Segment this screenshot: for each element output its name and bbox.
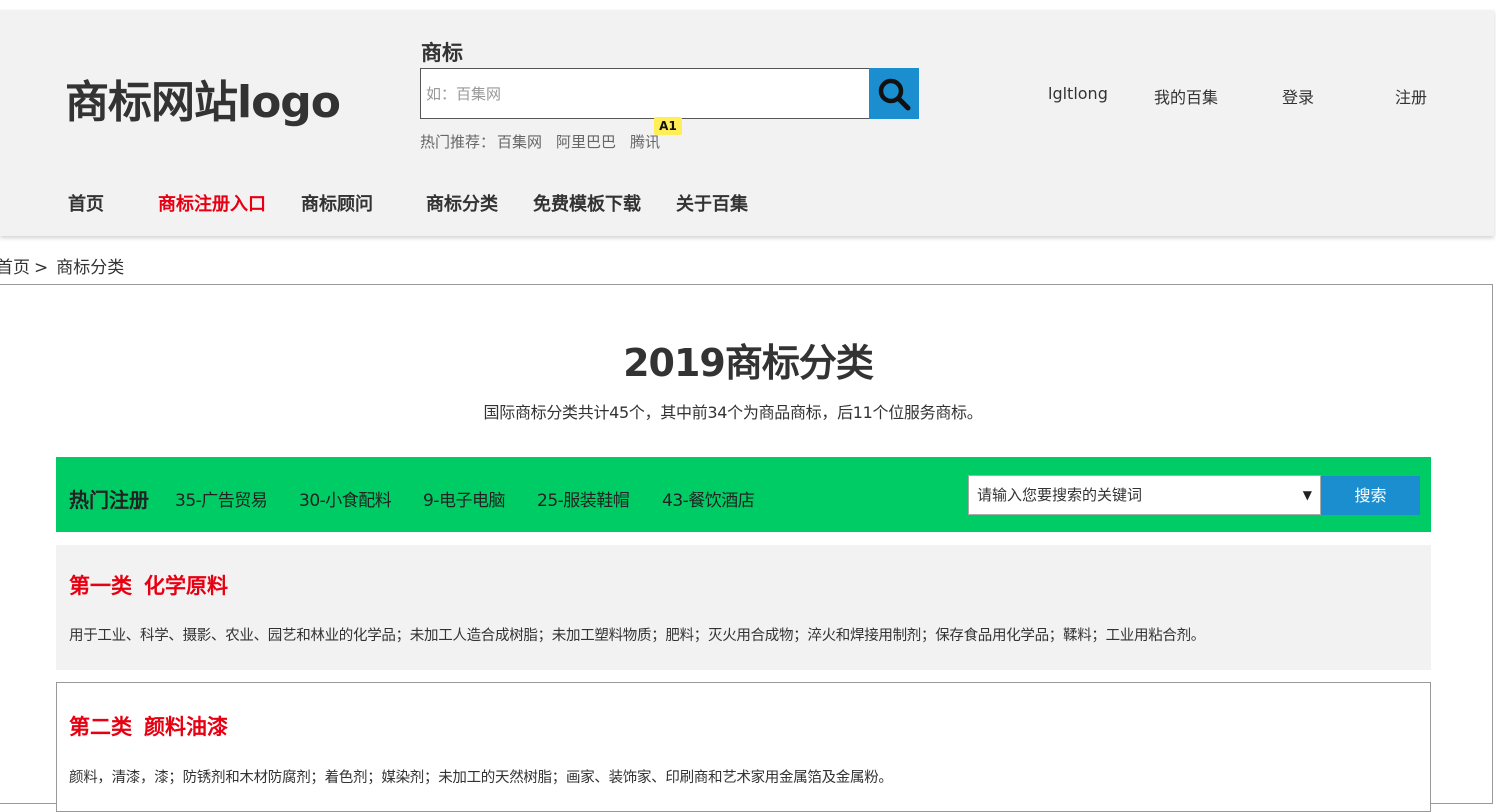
category-number: 第一类 <box>69 574 132 598</box>
nav-home[interactable]: 首页 <box>68 190 104 216</box>
search-input[interactable] <box>420 68 870 119</box>
category-description: 颜料，清漆，漆；防锈剂和木材防腐剂；着色剂；媒染剂；未加工的天然树脂；画家、装饰… <box>69 770 893 786</box>
hot-recommend-item[interactable]: 百集网 <box>497 133 542 151</box>
search-icon <box>878 78 911 110</box>
dropdown-arrow-icon: ▼ <box>1302 488 1312 502</box>
category-description: 用于工业、科学、摄影、农业、园艺和林业的化学品；未加工人造合成树脂；未加工塑料物… <box>69 628 1205 644</box>
category-name: 化学原料 <box>144 574 228 598</box>
category-keyword-select[interactable]: 请输入您要搜索的关键词 ▼ <box>968 475 1321 515</box>
nav-trademark-category[interactable]: 商标分类 <box>426 190 498 216</box>
category-select-value: 请输入您要搜索的关键词 <box>977 486 1143 504</box>
register-link[interactable]: 注册 <box>1395 84 1427 108</box>
my-baiji-link[interactable]: 我的百集 <box>1154 84 1218 108</box>
hot-register-item[interactable]: 9-电子电脑 <box>423 486 505 511</box>
category-card[interactable]: 第二类 颜料油漆 颜料，清漆，漆；防锈剂和木材防腐剂；着色剂；媒染剂；未加工的天然… <box>56 682 1431 812</box>
breadcrumb-home[interactable]: 首页 <box>0 258 30 278</box>
username-link[interactable]: lgltlong <box>1048 84 1108 103</box>
hot-register-bar: 热门注册 35-广告贸易 30-小食配料 9-电子电脑 25-服装鞋帽 43-餐… <box>56 457 1431 532</box>
hot-register-title: 热门注册 <box>69 488 149 512</box>
login-link[interactable]: 登录 <box>1282 84 1314 108</box>
hot-recommend-item[interactable]: 阿里巴巴 <box>556 133 616 151</box>
category-name: 颜料油漆 <box>144 715 228 739</box>
category-number: 第二类 <box>69 715 132 739</box>
search-label: 商标 <box>421 41 463 65</box>
hot-recommend-label: 热门推荐： <box>420 133 496 151</box>
breadcrumb-current: 商标分类 <box>56 258 125 278</box>
site-header: 商标网站logo 商标 热门推荐：百集网阿里巴巴腾讯 A1 lgltlong 我… <box>0 10 1494 236</box>
hot-register-item[interactable]: 35-广告贸易 <box>175 486 268 511</box>
site-logo[interactable]: 商标网站logo <box>65 66 341 130</box>
category-card[interactable]: 第一类 化学原料 用于工业、科学、摄影、农业、园艺和林业的化学品；未加工人造合成树… <box>56 545 1431 670</box>
breadcrumb-separator: > <box>34 258 49 278</box>
category-title: 第二类 颜料油漆 <box>69 711 228 741</box>
nav-free-templates[interactable]: 免费模板下载 <box>533 190 641 216</box>
hot-register-item[interactable]: 25-服装鞋帽 <box>537 486 630 511</box>
page-subtitle: 国际商标分类共计45个，其中前34个为商品商标，后11个位服务商标。 <box>483 403 983 422</box>
hot-recommend-item[interactable]: 腾讯 <box>630 133 660 151</box>
hot-register-item[interactable]: 30-小食配料 <box>299 486 392 511</box>
nav-about[interactable]: 关于百集 <box>676 190 748 216</box>
nav-trademark-consultant[interactable]: 商标顾问 <box>301 190 373 216</box>
search-button[interactable] <box>869 68 919 119</box>
a1-badge: A1 <box>654 117 682 135</box>
page-title: 2019商标分类 <box>623 341 874 385</box>
hot-recommend: 热门推荐： 百集网 阿里巴巴 腾讯 <box>420 131 674 152</box>
category-search-button[interactable]: 搜索 <box>1321 476 1420 515</box>
nav-trademark-register[interactable]: 商标注册入口 <box>158 190 266 216</box>
category-title: 第一类 化学原料 <box>69 570 228 600</box>
breadcrumb: 首页 > 商标分类 <box>0 253 124 278</box>
hot-register-item[interactable]: 43-餐饮酒店 <box>662 486 755 511</box>
